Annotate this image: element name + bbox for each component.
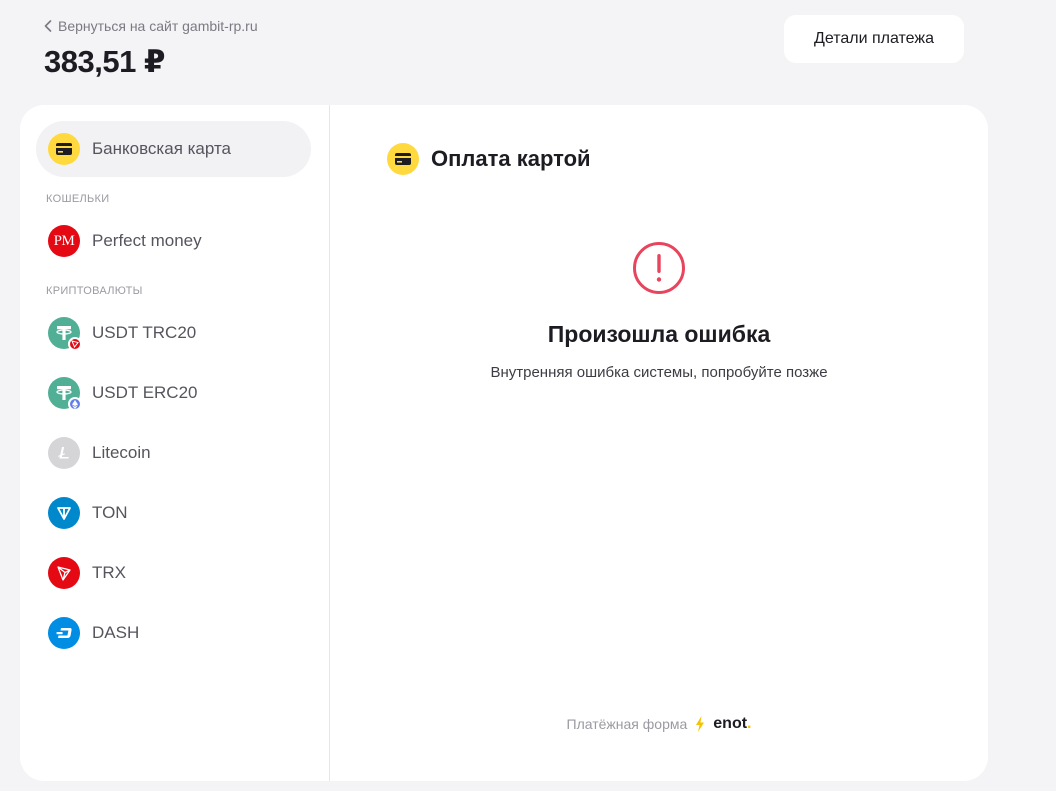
dash-icon [48,617,80,649]
method-label: Perfect money [92,231,202,250]
tether-erc20-icon [48,377,82,411]
method-trx[interactable]: TRX [36,545,311,601]
brand-dot: . [747,715,752,732]
card-icon [48,133,80,165]
method-label: Litecoin [92,443,151,462]
error-block: Произошла ошибка Внутренняя ошибка систе… [330,241,988,381]
group-label-wallets: КОШЕЛЬКИ [46,193,110,205]
perfect-money-icon-text: PM [53,232,75,249]
brand-name: enot [713,715,748,732]
back-link[interactable]: Вернуться на сайт gambit-rp.ru [44,18,258,34]
method-label: USDT TRC20 [92,323,197,342]
card-icon [387,143,419,175]
method-usdt-trc20[interactable]: USDT TRC20 [36,305,311,361]
method-label: TON [92,503,128,522]
error-description: Внутренняя ошибка системы, попробуйте по… [490,364,828,381]
error-title: Произошла ошибка [547,321,771,347]
perfect-money-icon: PM [48,225,80,257]
page-title: Оплата картой [431,146,591,171]
payment-card: Банковская карта КОШЕЛЬКИ PM Perfect mon… [20,105,988,781]
method-label: DASH [92,623,140,642]
tether-trc20-icon [48,317,82,351]
method-litecoin[interactable]: Litecoin [36,425,311,481]
method-label: USDT ERC20 [92,383,198,402]
payment-methods-sidebar: Банковская карта КОШЕЛЬКИ PM Perfect mon… [20,105,330,781]
chevron-left-icon [44,20,52,32]
payment-amount: 383,51 ₽ [44,44,166,79]
method-bank-card[interactable]: Банковская карта [36,121,311,177]
group-label-crypto: КРИПТОВАЛЮТЫ [46,285,143,297]
footer-label: Платёжная форма [566,716,688,732]
method-perfect-money[interactable]: PM Perfect money [36,213,311,269]
method-label: TRX [92,563,126,582]
lightning-icon [696,716,705,732]
payment-header: Оплата картой [387,143,591,175]
payment-details-button[interactable]: Детали платежа [784,15,964,63]
method-ton[interactable]: TON [36,485,311,541]
ton-icon [48,497,80,529]
error-alert-icon [633,242,685,294]
tron-icon [48,557,80,589]
payment-content: Оплата картой Произошла ошибка Внутрення… [330,105,988,781]
method-dash[interactable]: DASH [36,605,311,661]
method-usdt-erc20[interactable]: USDT ERC20 [36,365,311,421]
payment-footer: Платёжная форма enot. [330,715,988,733]
litecoin-icon [48,437,80,469]
method-label: Банковская карта [92,139,232,158]
back-link-label: Вернуться на сайт gambit-rp.ru [58,18,258,34]
enot-logo[interactable]: enot. [713,715,751,733]
